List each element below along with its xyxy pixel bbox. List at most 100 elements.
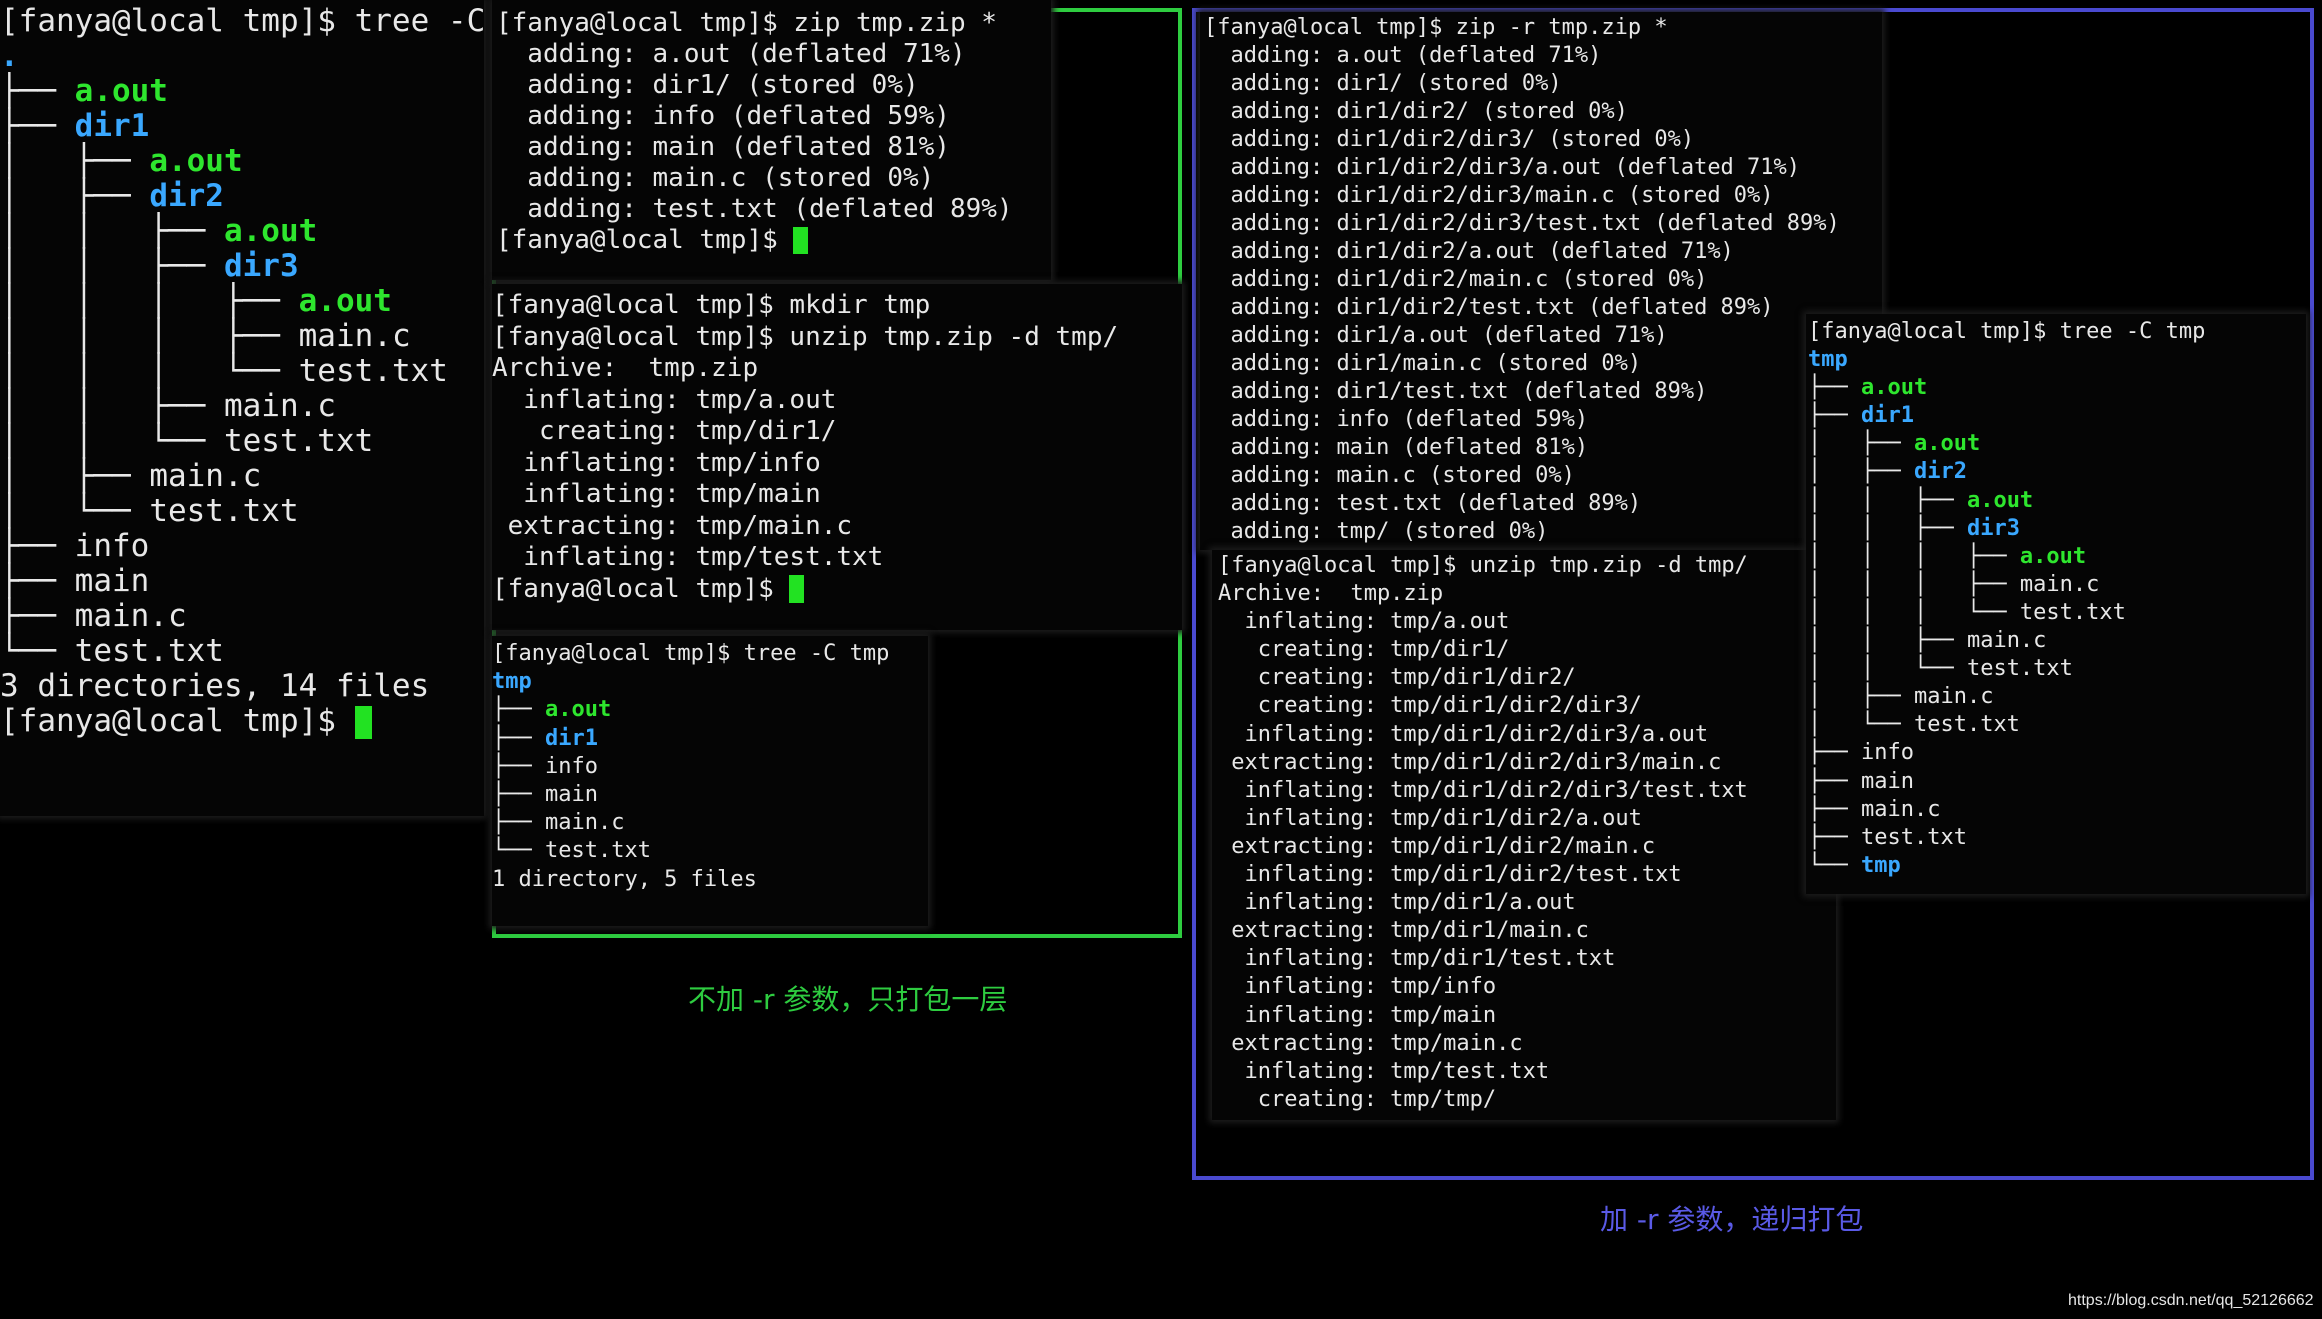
terminal-line: Archive: tmp.zip (492, 353, 1182, 385)
terminal-line: inflating: tmp/a.out (1218, 608, 1836, 636)
terminal-line: creating: tmp/tmp/ (1218, 1086, 1836, 1114)
terminal-line: [fanya@local tmp]$ zip tmp.zip * (496, 8, 1051, 39)
tree-branch: │ ├── (1808, 431, 1914, 457)
directory-name: dir2 (1913, 459, 1967, 485)
tree-branch: └── (1808, 852, 1861, 878)
terminal-line: adding: test.txt (deflated 89%) (1204, 490, 1882, 518)
terminal-line: │ │ ├── main.c (1808, 627, 2306, 655)
terminal-text: test.txt (223, 423, 374, 459)
terminal-line: │ │ │ ├── a.out (1808, 543, 2306, 571)
terminal-line: adding: dir1/dir2/dir3/a.out (deflated 7… (1204, 154, 1882, 182)
terminal-text: main.c (1913, 684, 1994, 710)
terminal-line: adding: a.out (deflated 71%) (1204, 42, 1882, 70)
terminal-line: ├── info (492, 753, 928, 781)
terminal-line: creating: tmp/dir1/ (492, 416, 1182, 448)
terminal-text: inflating: tmp/info (1218, 974, 1497, 1000)
terminal-text: main.c (149, 458, 262, 494)
executable-name: a.out (74, 73, 168, 109)
tree-branch: └── (0, 633, 75, 669)
terminal-line: │ ├── a.out (1808, 430, 2306, 458)
tree-branch: ├── (492, 782, 545, 808)
terminal-line: └── test.txt (492, 837, 928, 865)
terminal-line: │ ├── dir2 (1808, 458, 2306, 486)
directory-name: dir1 (544, 725, 598, 751)
terminal-text: [fanya@local tmp]$ mkdir tmp (492, 290, 931, 320)
terminal-line: adding: dir1/a.out (deflated 71%) (1204, 322, 1882, 350)
terminal-line: │ │ │ ├── main.c (0, 319, 484, 354)
tree-branch: ├── (1808, 796, 1861, 822)
tree-branch: │ ├── (1808, 684, 1914, 710)
terminal-text: info (1860, 740, 1914, 766)
terminal-line: adding: dir1/dir2/dir3/ (stored 0%) (1204, 126, 1882, 154)
terminal-text: inflating: tmp/dir1/dir2/dir3/test.txt (1218, 777, 1748, 803)
terminal-text: adding: dir1/dir2/dir3/test.txt (deflate… (1204, 211, 1840, 236)
executable-name: a.out (544, 697, 612, 723)
terminal-text: adding: dir1/ (stored 0%) (1204, 71, 1562, 96)
directory-name: dir3 (223, 248, 299, 284)
tree-branch: │ ├── (0, 178, 150, 214)
executable-name: a.out (1966, 487, 2034, 513)
terminal-line: adding: dir1/dir2/dir3/test.txt (deflate… (1204, 210, 1882, 238)
terminal-line: inflating: tmp/dir1/dir2/test.txt (1218, 861, 1836, 889)
terminal-text: creating: tmp/dir1/dir2/ (1218, 665, 1576, 691)
terminal-tree-tmp-flat: [fanya@local tmp]$ tree -C tmp tmp ├── a.o… (492, 636, 928, 926)
tree-branch: │ │ └── (1808, 656, 1967, 682)
tree-branch: ├── (1808, 740, 1861, 766)
terminal-text: [fanya@local tmp]$ tree -C tmp (492, 641, 890, 666)
tree-branch: │ │ ├── (0, 248, 224, 284)
tree-branch: │ │ ├── (1808, 487, 1967, 513)
terminal-text: main.c (544, 810, 625, 836)
executable-name: a.out (298, 283, 392, 319)
terminal-text: adding: dir1/main.c (stored 0%) (1204, 351, 1642, 376)
terminal-line: ├── dir1 (492, 725, 928, 753)
tree-branch: │ │ │ ├── (1808, 543, 2020, 569)
terminal-line: adding: info (deflated 59%) (496, 101, 1051, 132)
terminal-line: . (0, 39, 484, 74)
terminal-line: [fanya@local tmp]$ unzip tmp.zip -d tmp/ (1218, 552, 1836, 580)
terminal-line: │ │ └── test.txt (1808, 655, 2306, 683)
terminal-text: adding: main.c (stored 0%) (496, 163, 935, 193)
terminal-line: [fanya@local tmp]$ tree -C tmp (492, 640, 928, 668)
terminal-line: inflating: tmp/test.txt (492, 542, 1182, 574)
terminal-line: │ │ │ └── test.txt (0, 354, 484, 389)
terminal-text: info (544, 753, 598, 779)
terminal-text: test.txt (149, 493, 299, 529)
terminal-line: │ ├── main.c (0, 459, 484, 494)
terminal-text: [fanya@local tmp]$ zip tmp.zip * (496, 8, 997, 38)
terminal-line: inflating: tmp/info (1218, 973, 1836, 1001)
terminal-text: main.c (298, 318, 411, 354)
terminal-line: │ │ │ ├── a.out (0, 284, 484, 319)
terminal-text: main (544, 782, 598, 808)
terminal-line: inflating: tmp/info (492, 448, 1182, 480)
terminal-line: [fanya@local tmp]$ unzip tmp.zip -d tmp/ (492, 322, 1182, 354)
terminal-text: inflating: tmp/test.txt (1218, 1058, 1550, 1084)
terminal-text: [fanya@local tmp]$ tree -C (0, 3, 484, 39)
terminal-text: main.c (1860, 796, 1941, 822)
directory-name: dir2 (149, 178, 224, 214)
terminal-text: Archive: tmp.zip (492, 353, 759, 383)
executable-name: a.out (149, 143, 243, 179)
terminal-line: Archive: tmp.zip (1218, 580, 1836, 608)
terminal-text: adding: dir1/dir2/main.c (stored 0%) (1204, 267, 1708, 292)
terminal-text: adding: a.out (deflated 71%) (1204, 43, 1602, 68)
directory-name: tmp (1860, 852, 1901, 878)
terminal-line: adding: dir1/dir2/test.txt (deflated 89%… (1204, 294, 1882, 322)
terminal-line: adding: dir1/ (stored 0%) (496, 70, 1051, 101)
terminal-line: adding: dir1/dir2/main.c (stored 0%) (1204, 266, 1882, 294)
terminal-line: [fanya@local tmp]$ mkdir tmp (492, 290, 1182, 322)
terminal-line: adding: dir1/dir2/dir3/main.c (stored 0%… (1204, 182, 1882, 210)
terminal-text: inflating: tmp/info (492, 447, 821, 478)
terminal-line: │ ├── dir2 (0, 179, 484, 214)
terminal-text: creating: tmp/dir1/dir2/dir3/ (1218, 693, 1642, 719)
tree-branch: │ │ │ └── (1808, 599, 2020, 625)
terminal-unzip-recursive: [fanya@local tmp]$ unzip tmp.zip -d tmp/… (1212, 550, 1836, 1120)
terminal-text: creating: tmp/dir1/ (492, 416, 837, 446)
terminal-unzip: [fanya@local tmp]$ mkdir tmp [fanya@local… (492, 284, 1182, 630)
terminal-line: creating: tmp/dir1/ (1218, 636, 1836, 664)
terminal-line: ├── a.out (492, 696, 928, 724)
terminal-line: └── test.txt (0, 634, 484, 669)
terminal-line: inflating: tmp/dir1/dir2/dir3/a.out (1218, 721, 1836, 749)
tree-branch: ├── (0, 108, 75, 144)
terminal-line: extracting: tmp/dir1/dir2/main.c (1218, 833, 1836, 861)
terminal-line: inflating: tmp/main (492, 479, 1182, 511)
